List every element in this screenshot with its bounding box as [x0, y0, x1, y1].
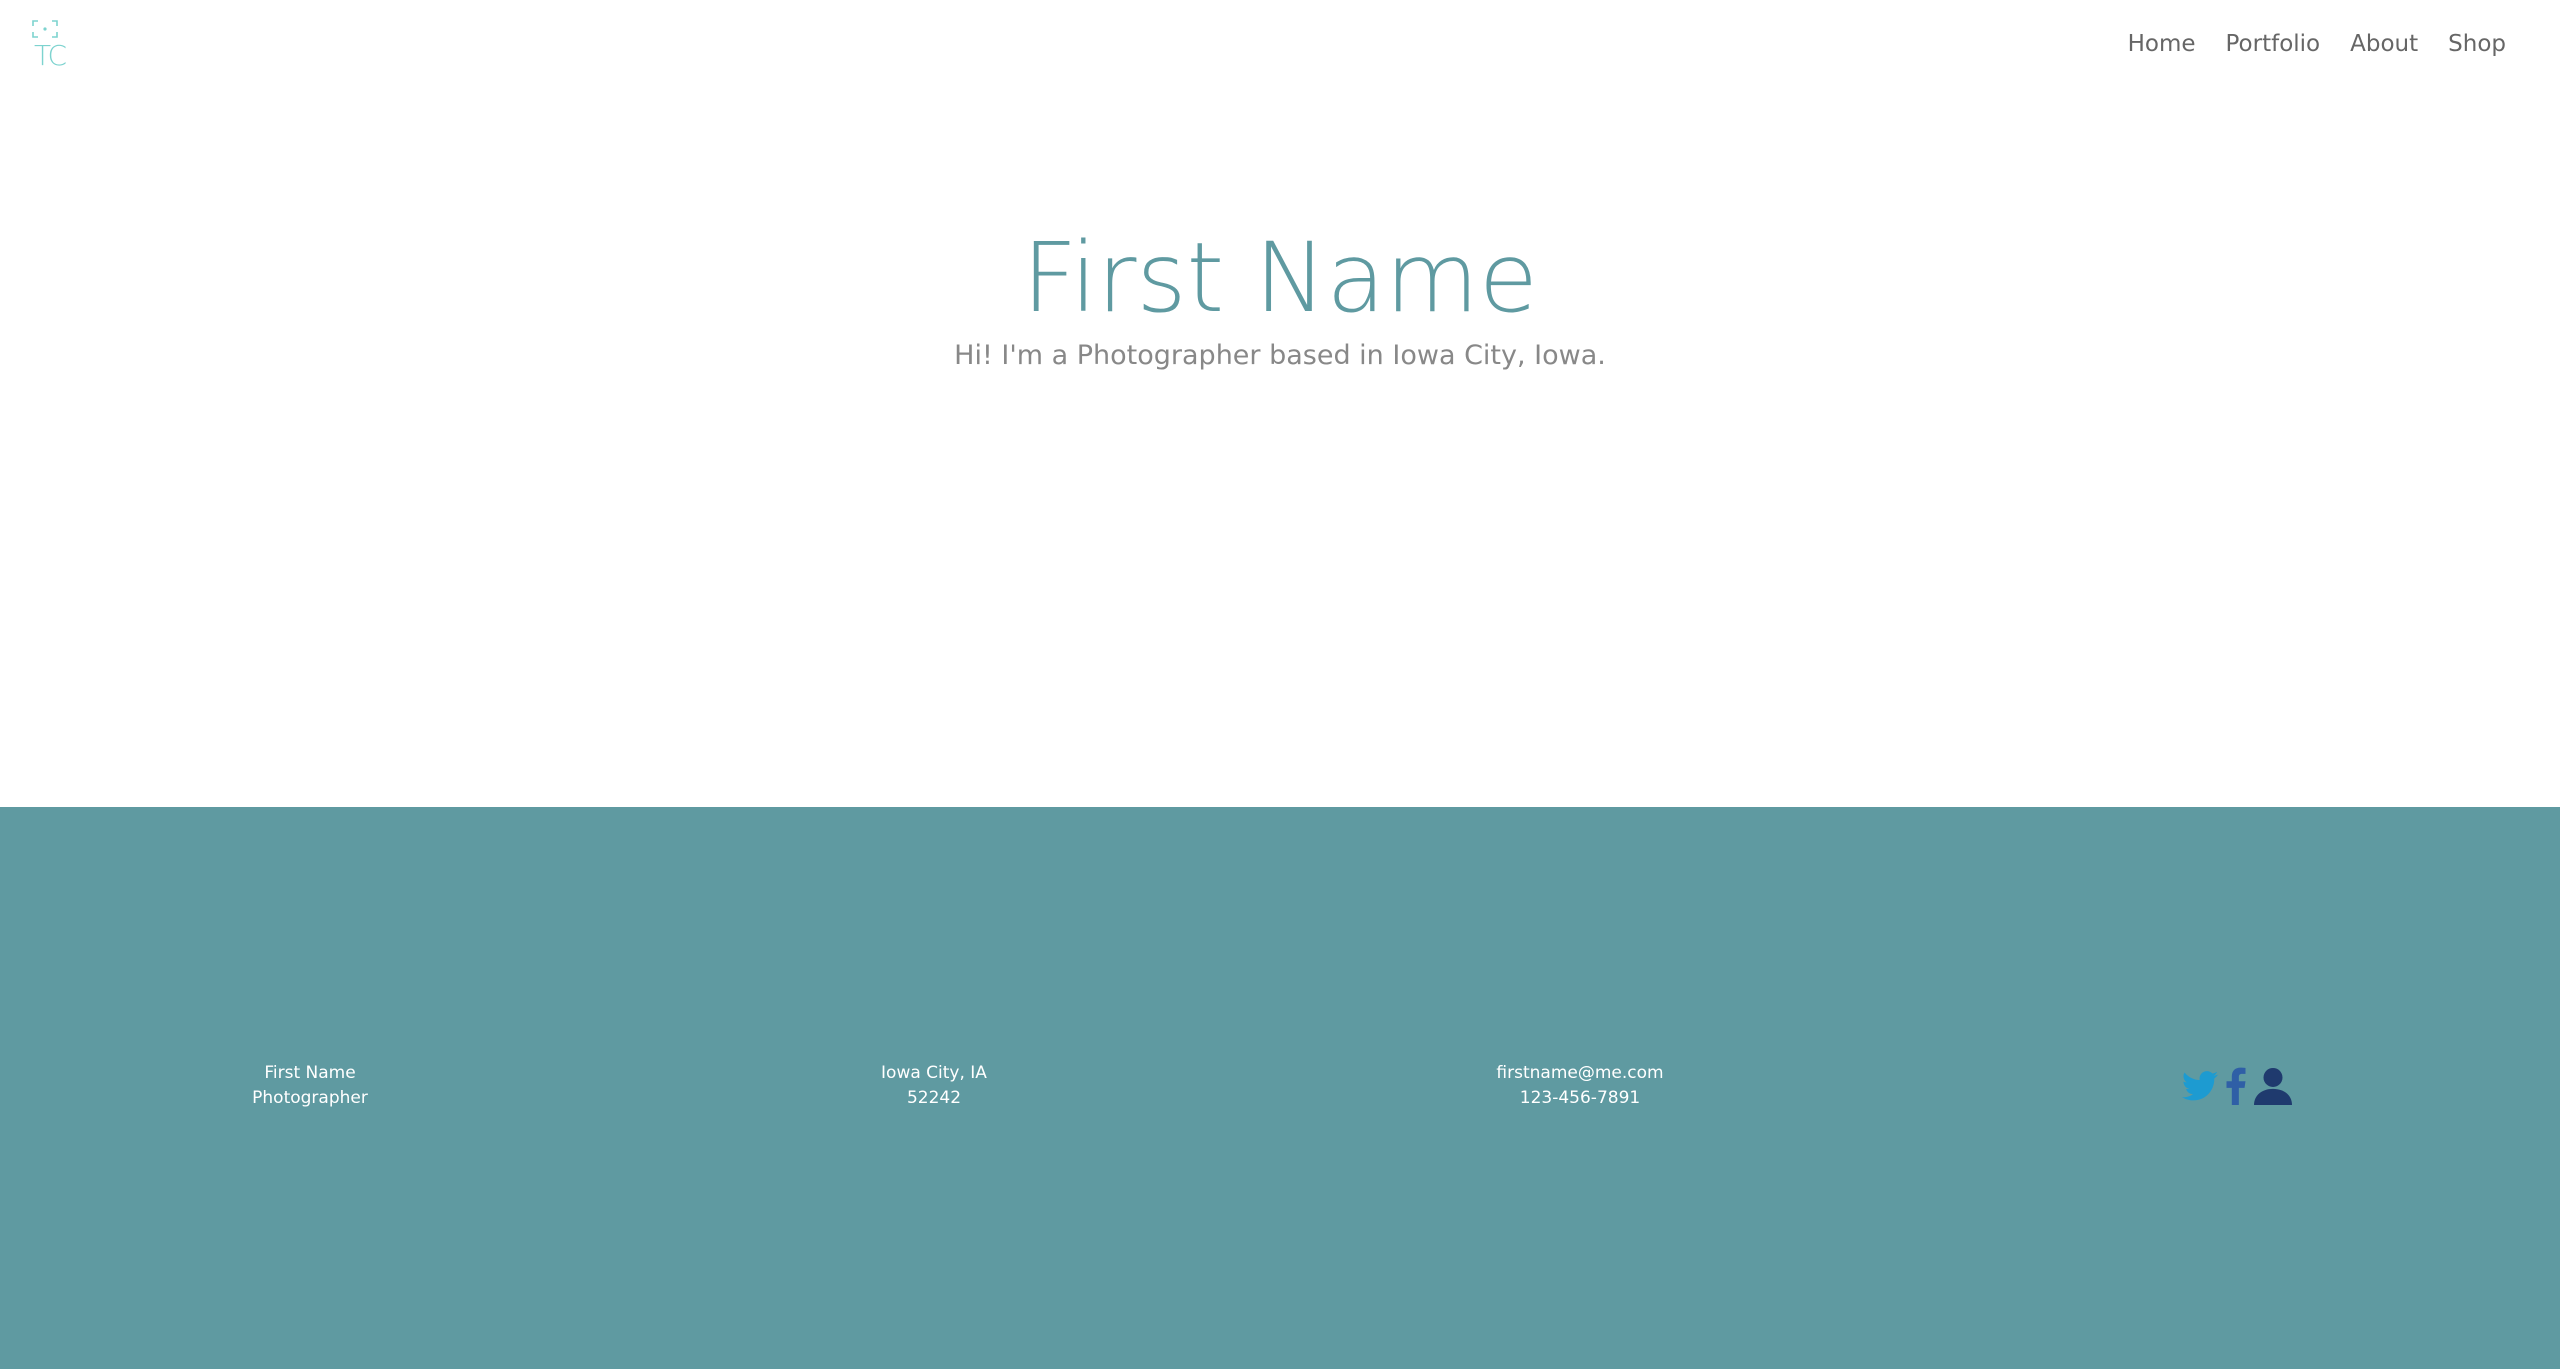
nav-about[interactable]: About: [2350, 28, 2418, 60]
footer-city: Iowa City, IA: [881, 1063, 987, 1083]
footer-phone: 123-456-7891: [1519, 1088, 1641, 1108]
camera-frame-icon: [32, 20, 58, 38]
facebook-icon[interactable]: [2226, 1067, 2246, 1105]
site-logo[interactable]: TC: [30, 18, 67, 78]
hero-title: First Name: [1022, 222, 1538, 334]
footer-identity: First Name Photographer: [160, 1061, 460, 1111]
footer-zip: 52242: [906, 1088, 962, 1108]
main-nav: Home Portfolio About Shop: [2128, 28, 2506, 60]
site-footer: First Name Photographer Iowa City, IA 52…: [0, 807, 2560, 1369]
social-links: [2182, 1067, 2292, 1105]
footer-name: First Name: [264, 1063, 356, 1083]
footer-email-link[interactable]: firstname@me.com: [1430, 1061, 1730, 1086]
footer-role: Photographer: [252, 1088, 368, 1108]
nav-portfolio[interactable]: Portfolio: [2226, 28, 2321, 60]
nav-home[interactable]: Home: [2128, 28, 2196, 60]
footer-location: Iowa City, IA 52242: [784, 1061, 1084, 1111]
logo-text: TC: [34, 39, 67, 72]
user-profile-icon[interactable]: [2254, 1067, 2292, 1105]
hero-subtitle: Hi! I'm a Photographer based in Iowa Cit…: [954, 340, 1606, 371]
twitter-icon[interactable]: [2182, 1070, 2218, 1102]
footer-contact: firstname@me.com 123-456-7891: [1430, 1061, 1730, 1111]
page: TC Home Portfolio About Shop First Name …: [0, 0, 2560, 1369]
nav-shop[interactable]: Shop: [2448, 28, 2506, 60]
